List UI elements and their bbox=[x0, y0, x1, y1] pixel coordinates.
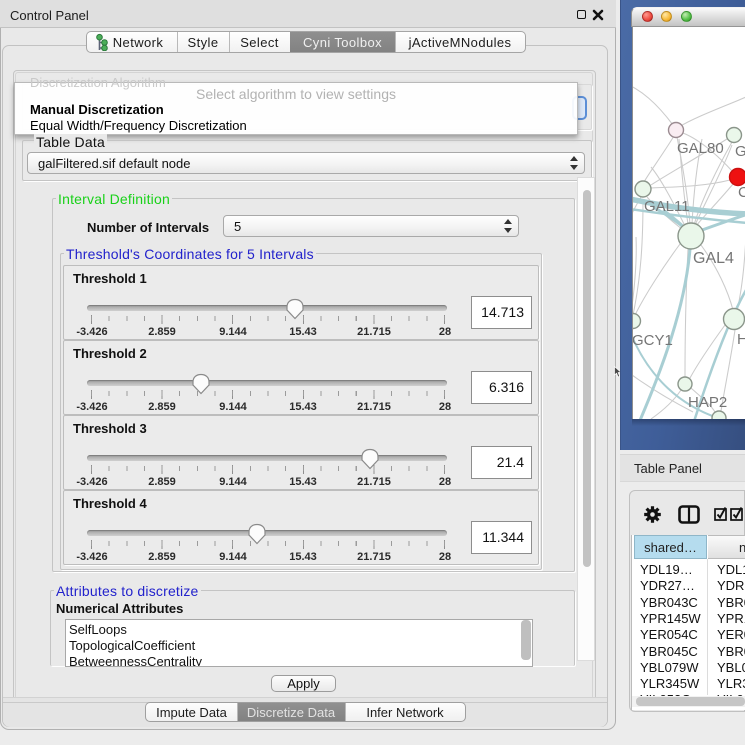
svg-text:C: C bbox=[738, 184, 745, 201]
svg-text:HAP2: HAP2 bbox=[688, 394, 727, 411]
svg-text:GCY1: GCY1 bbox=[633, 332, 673, 349]
svg-text:GAL11: GAL11 bbox=[644, 198, 690, 215]
svg-text:GAL80: GAL80 bbox=[677, 140, 724, 157]
svg-text:GA: GA bbox=[735, 143, 745, 160]
svg-text:GAL4: GAL4 bbox=[693, 250, 734, 267]
svg-text:H: H bbox=[737, 331, 745, 348]
